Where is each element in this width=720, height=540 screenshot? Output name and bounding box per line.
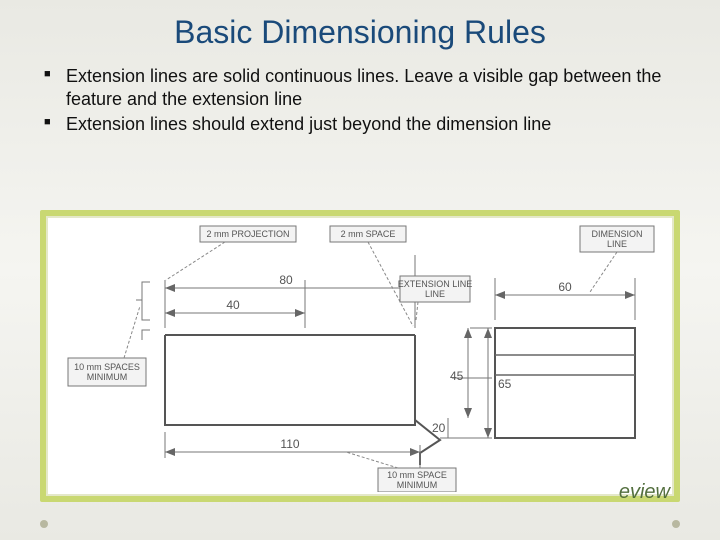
dim-80: 80 xyxy=(279,273,293,287)
bullet-item: Extension lines should extend just beyon… xyxy=(44,113,680,136)
svg-text:2 mm PROJECTION: 2 mm PROJECTION xyxy=(206,229,289,239)
dim-40: 40 xyxy=(226,298,240,312)
footer-dot-left xyxy=(40,520,48,528)
dim-20: 20 xyxy=(432,421,446,435)
svg-text:10 mm SPACES: 10 mm SPACES xyxy=(74,362,140,372)
svg-text:LINE: LINE xyxy=(607,239,627,249)
bullet-list: Extension lines are solid continuous lin… xyxy=(0,57,720,136)
dim-60: 60 xyxy=(558,280,572,294)
dim-45: 45 xyxy=(450,369,464,383)
svg-text:10 mm SPACE: 10 mm SPACE xyxy=(387,470,447,480)
dim-110: 110 xyxy=(280,437,299,451)
svg-text:MINIMUM: MINIMUM xyxy=(397,480,438,490)
svg-text:LINE: LINE xyxy=(425,289,445,299)
diagram-frame: 80 40 2 mm PROJECTION 2 mm SPACE EXTE xyxy=(40,210,680,502)
svg-text:EXTENSION LINE: EXTENSION LINE xyxy=(398,279,473,289)
partial-text: eview xyxy=(619,481,670,504)
footer-dot-right xyxy=(672,520,680,528)
diagram: 80 40 2 mm PROJECTION 2 mm SPACE EXTE xyxy=(50,220,670,492)
dim-65: 65 xyxy=(498,377,512,391)
svg-text:2 mm SPACE: 2 mm SPACE xyxy=(341,229,396,239)
svg-text:DIMENSION: DIMENSION xyxy=(591,229,642,239)
page-title: Basic Dimensioning Rules xyxy=(0,0,720,57)
bullet-item: Extension lines are solid continuous lin… xyxy=(44,65,680,111)
svg-text:MINIMUM: MINIMUM xyxy=(87,372,128,382)
